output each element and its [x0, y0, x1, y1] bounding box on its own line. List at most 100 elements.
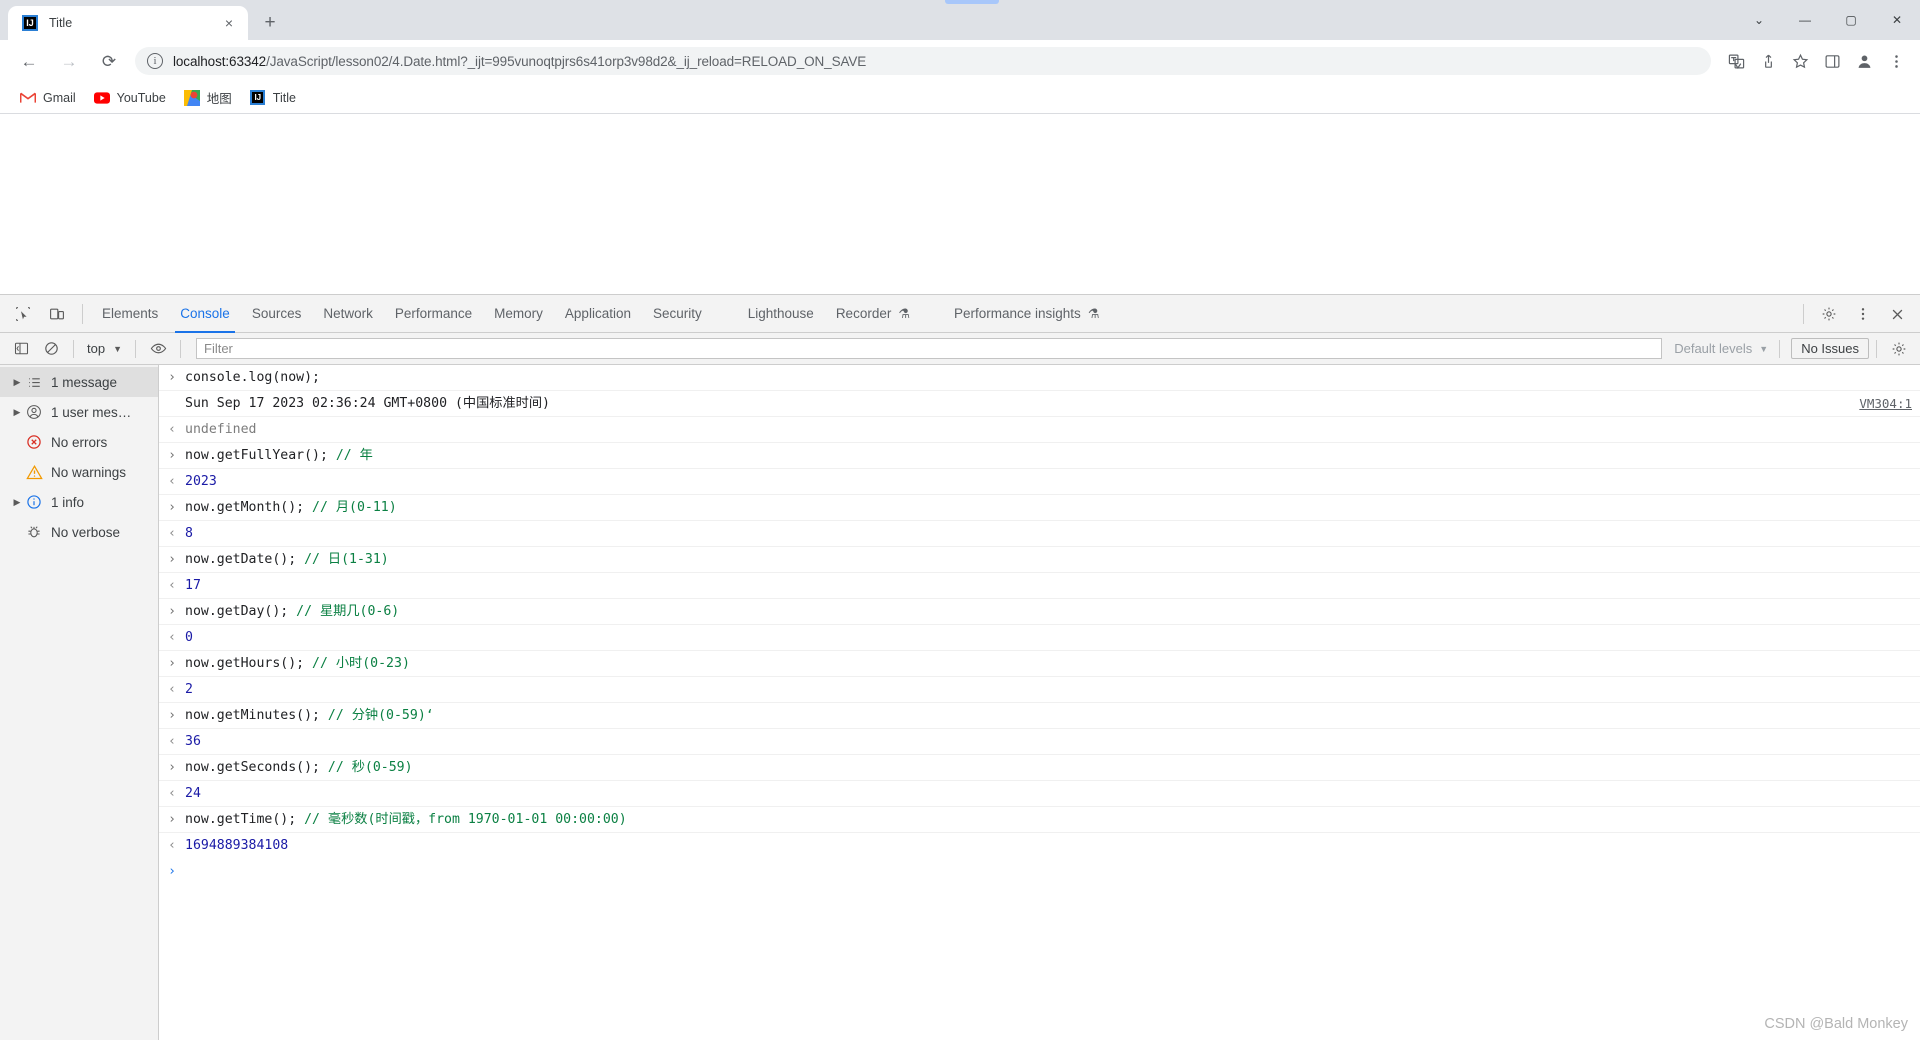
console-log-area[interactable]: › console.log(now); Sun Sep 17 2023 02:3…: [159, 365, 1920, 1040]
devtools-tab-memory[interactable]: Memory: [483, 295, 554, 333]
devtools-tab-console[interactable]: Console: [169, 295, 241, 333]
output-arrow-icon: ‹: [168, 578, 176, 593]
back-button[interactable]: ←: [14, 46, 44, 76]
console-row-log-output[interactable]: Sun Sep 17 2023 02:36:24 GMT+0800 (中国标准时…: [159, 391, 1920, 417]
console-prompt[interactable]: ›: [159, 858, 1920, 882]
device-toolbar-icon[interactable]: [43, 300, 71, 328]
info-icon: [24, 494, 44, 510]
devtools-close-icon[interactable]: [1883, 300, 1911, 328]
console-row-result[interactable]: ‹ 17: [159, 573, 1920, 599]
translate-icon[interactable]: [1721, 46, 1751, 76]
new-tab-button[interactable]: +: [256, 8, 284, 36]
reload-button[interactable]: ⟳: [94, 46, 124, 76]
devtools-tab-elements[interactable]: Elements: [91, 295, 169, 333]
console-row-result[interactable]: ‹ 24: [159, 781, 1920, 807]
site-info-icon[interactable]: i: [147, 53, 163, 69]
console-body: ▶ 1 message ▶ 1 user mes… No errors No w…: [0, 365, 1920, 1040]
issues-button[interactable]: No Issues: [1791, 338, 1869, 359]
devtools-settings-gear-icon[interactable]: [1815, 300, 1843, 328]
browser-window: IJ Title × + ⌄ — ▢ ✕ ← → ⟳ i localhost:6…: [0, 0, 1920, 1040]
console-row-result[interactable]: ‹ 8: [159, 521, 1920, 547]
console-filter-input[interactable]: Filter: [196, 338, 1663, 359]
console-row-input[interactable]: › now.getFullYear(); // 年: [159, 443, 1920, 469]
bookmark-title[interactable]: IJ Title: [242, 86, 304, 110]
input-arrow-icon: ›: [168, 552, 176, 567]
sidebar-item-errors[interactable]: No errors: [0, 427, 158, 457]
sidebar-item-warnings[interactable]: No warnings: [0, 457, 158, 487]
console-source-link[interactable]: VM304:1: [1859, 394, 1912, 413]
verbose-bug-icon: [24, 524, 44, 540]
close-window-button[interactable]: ✕: [1874, 0, 1920, 40]
tab-search-icon[interactable]: ⌄: [1736, 0, 1782, 40]
devtools-tab-recorder[interactable]: Recorder ⚗: [825, 295, 921, 333]
sidebar-item-verbose[interactable]: No verbose: [0, 517, 158, 547]
console-row-text: 36: [185, 734, 201, 749]
devtools-tab-application[interactable]: Application: [554, 295, 642, 333]
devtools-tab-security[interactable]: Security: [642, 295, 713, 333]
share-icon[interactable]: [1753, 46, 1783, 76]
devtools-tab-network[interactable]: Network: [312, 295, 384, 333]
console-row-text: 0: [185, 630, 193, 645]
devtools-more-icon[interactable]: [1849, 300, 1877, 328]
sidebar-item-label: No verbose: [51, 524, 121, 540]
code-text: now.getDay();: [185, 604, 297, 619]
execution-context-selector[interactable]: top ▼: [81, 338, 128, 360]
console-row-input[interactable]: › now.getTime(); // 毫秒数(时间戳，from 1970-01…: [159, 807, 1920, 833]
bookmark-maps[interactable]: 地图: [176, 86, 240, 110]
console-row-result[interactable]: ‹ 36: [159, 729, 1920, 755]
console-row-input[interactable]: › now.getMinutes(); // 分钟(0-59)‘: [159, 703, 1920, 729]
browser-tab[interactable]: IJ Title ×: [8, 6, 248, 40]
output-arrow-icon: ‹: [168, 630, 176, 645]
console-row-result[interactable]: ‹ 1694889384108: [159, 833, 1920, 858]
console-settings-gear-icon[interactable]: [1886, 336, 1912, 362]
profile-avatar-icon[interactable]: [1849, 46, 1879, 76]
console-row-input[interactable]: › console.log(now);: [159, 365, 1920, 391]
divider: [1876, 339, 1877, 358]
expand-arrow-icon[interactable]: ▶: [10, 377, 24, 388]
warning-icon: [24, 464, 44, 481]
chrome-menu-icon[interactable]: [1881, 46, 1911, 76]
console-row-input[interactable]: › now.getDate(); // 日(1-31): [159, 547, 1920, 573]
clear-console-icon[interactable]: [38, 336, 64, 362]
maximize-button[interactable]: ▢: [1828, 0, 1874, 40]
flask-icon: ⚗: [898, 305, 910, 321]
console-row-input[interactable]: › now.getSeconds(); // 秒(0-59): [159, 755, 1920, 781]
error-icon: [24, 434, 44, 450]
tab-close-icon[interactable]: ×: [220, 14, 238, 32]
bookmark-star-icon[interactable]: [1785, 46, 1815, 76]
bookmark-gmail[interactable]: Gmail: [12, 86, 84, 110]
console-row-result[interactable]: ‹ 0: [159, 625, 1920, 651]
window-controls: ⌄ — ▢ ✕: [1736, 0, 1920, 40]
console-row-result[interactable]: ‹ 2: [159, 677, 1920, 703]
console-row-input[interactable]: › now.getMonth(); // 月(0-11): [159, 495, 1920, 521]
sidebar-item-info[interactable]: ▶ 1 info: [0, 487, 158, 517]
sidebar-item-user-messages[interactable]: ▶ 1 user mes…: [0, 397, 158, 427]
bookmark-youtube[interactable]: YouTube: [86, 86, 174, 110]
inspect-element-icon[interactable]: [9, 300, 37, 328]
console-row-result[interactable]: ‹ undefined: [159, 417, 1920, 443]
console-sidebar-toggle-icon[interactable]: [8, 336, 34, 362]
filter-placeholder: Filter: [204, 341, 233, 356]
console-row-text: 2023: [185, 474, 217, 489]
address-bar[interactable]: i localhost:63342/JavaScript/lesson02/4.…: [135, 47, 1711, 75]
log-levels-selector[interactable]: Default levels ▼: [1670, 341, 1772, 356]
forward-button[interactable]: →: [54, 46, 84, 76]
devtools-tab-performance-insights[interactable]: Performance insights ⚗: [943, 295, 1110, 333]
expand-arrow-icon[interactable]: ▶: [10, 497, 24, 508]
sidebar-item-messages[interactable]: ▶ 1 message: [0, 367, 158, 397]
download-indicator: [945, 0, 999, 4]
devtools-tab-sources[interactable]: Sources: [241, 295, 313, 333]
console-row-input[interactable]: › now.getDay(); // 星期几(0-6): [159, 599, 1920, 625]
input-arrow-icon: ›: [168, 656, 176, 671]
console-row-result[interactable]: ‹ 2023: [159, 469, 1920, 495]
expand-arrow-icon[interactable]: ▶: [10, 407, 24, 418]
console-row-input[interactable]: › now.getHours(); // 小时(0-23): [159, 651, 1920, 677]
intellij-icon: IJ: [250, 90, 266, 106]
input-arrow-icon: ›: [168, 448, 176, 463]
devtools-tab-lighthouse[interactable]: Lighthouse: [737, 295, 825, 333]
devtools-tab-performance[interactable]: Performance: [384, 295, 483, 333]
live-expression-eye-icon[interactable]: [145, 336, 171, 362]
minimize-button[interactable]: —: [1782, 0, 1828, 40]
side-panel-icon[interactable]: [1817, 46, 1847, 76]
sidebar-item-label: 1 info: [51, 494, 85, 510]
